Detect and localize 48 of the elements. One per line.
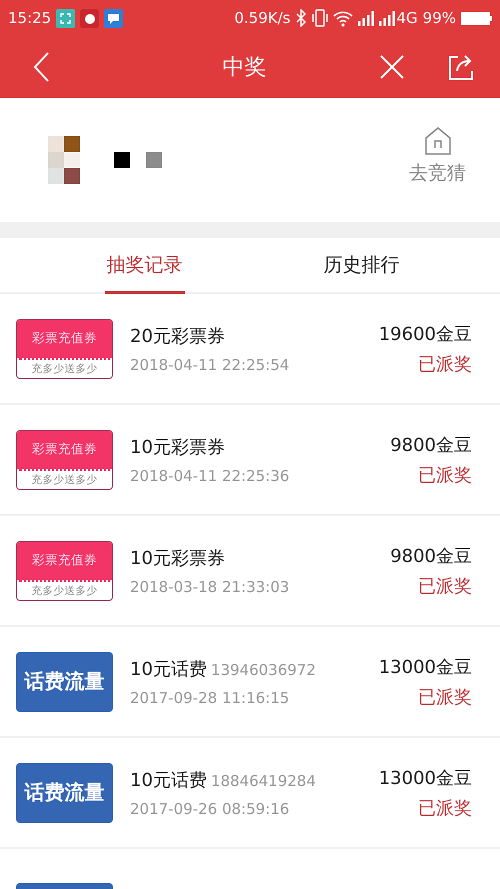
record-date: 2017-09-28 11:16:15 [130, 688, 290, 706]
signal-icon [379, 10, 396, 26]
prize-status: 已派奖 [418, 686, 472, 708]
masked-name-drawing [114, 152, 162, 168]
prize-title: 10元彩票券 [130, 548, 225, 568]
prize-title: 20元彩票券 [130, 326, 225, 346]
prize-title: 10元话费 [130, 770, 207, 790]
prize-title: 10元话费 [130, 658, 207, 680]
bean-amount: 13000金豆 [378, 766, 472, 790]
prize-badge: 话费流量 [16, 762, 113, 822]
record-date: 2018-04-11 22:25:36 [130, 466, 290, 484]
home-icon [424, 126, 452, 156]
prize-status: 已派奖 [418, 574, 472, 598]
prize-status: 已派奖 [418, 352, 472, 376]
bluetooth-icon [295, 9, 308, 27]
bean-amount: 13000金豆 [378, 656, 472, 678]
battery-icon [461, 12, 492, 24]
prize-title: 10元彩票券 [130, 436, 225, 458]
prize-badge: 彩票充值券 充多少送多少 [16, 540, 113, 600]
tab[interactable]: 历史排行 [322, 238, 402, 294]
signal-icon [358, 10, 374, 26]
page-title: 中奖 [222, 54, 268, 82]
phone-number: 18846419284 [210, 772, 316, 790]
back-icon [32, 51, 50, 83]
app-icon [80, 8, 100, 28]
phone-number: 13946036972 [210, 660, 316, 678]
guess-link[interactable]: 去竞猜 [409, 126, 466, 186]
record-date: 2018-04-11 22:25:54 [130, 356, 290, 374]
clock: 15:25 [8, 9, 52, 27]
network-type: 4G [396, 9, 418, 27]
wifi-icon [333, 10, 354, 26]
record-date: 2018-03-18 21:33:03 [130, 578, 290, 596]
network-speed: 0.59K/s [234, 9, 290, 27]
close-icon [379, 54, 405, 80]
message-icon [104, 8, 124, 28]
prize-badge: 话费流量 [16, 652, 113, 712]
share-icon [447, 54, 474, 80]
scan-icon [56, 8, 76, 28]
prize-status: 已派奖 [418, 796, 472, 820]
battery-percent: 99% [422, 9, 456, 27]
bean-amount: 9800金豆 [390, 434, 472, 456]
vibrate-icon [312, 9, 328, 27]
bean-amount: 19600金豆 [378, 322, 472, 346]
prize-badge: 彩票充值券 充多少送多少 [16, 318, 113, 378]
prize-badge: 彩票充值券 充多少送多少 [16, 430, 113, 490]
bean-amount: 9800金豆 [390, 544, 472, 568]
record-date: 2017-09-26 08:59:16 [130, 800, 290, 818]
prize-status: 已派奖 [418, 464, 472, 486]
